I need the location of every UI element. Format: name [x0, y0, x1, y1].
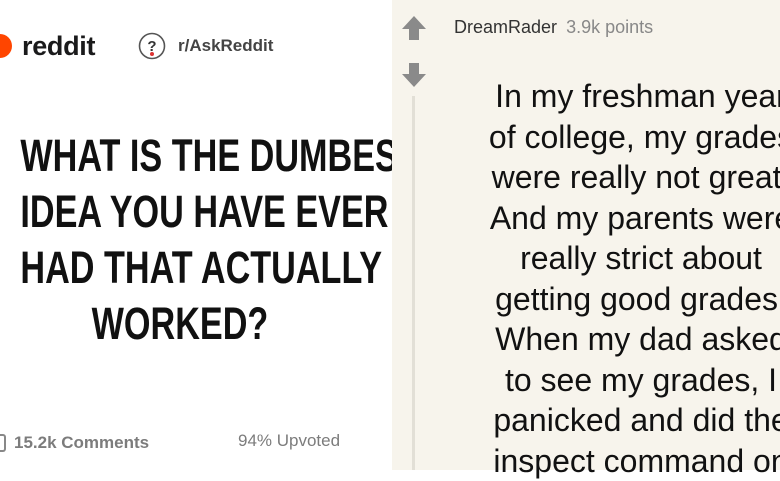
thread-line[interactable] — [412, 96, 415, 470]
comment-meta: DreamRader 3.9k points — [454, 17, 653, 38]
comment-line: were really not great. — [441, 157, 780, 198]
comment-line: When my dad asked — [441, 319, 780, 360]
comment-line: And my parents were — [441, 198, 780, 239]
subreddit-link[interactable]: ? r/AskReddit — [138, 30, 273, 62]
comment-icon — [0, 434, 6, 452]
brand-wordmark: reddit — [22, 31, 95, 62]
upvote-ratio: 94% Upvoted — [238, 431, 340, 451]
comment-line: to see my grades, I — [441, 360, 780, 401]
title-line: WHAT IS THE DUMBEST — [20, 128, 339, 184]
comment-line: In my freshman year — [441, 76, 780, 117]
comment-author[interactable]: DreamRader — [454, 17, 557, 37]
comment-line: panicked and did the — [441, 400, 780, 441]
askreddit-icon: ? — [138, 32, 166, 60]
comment-line: of college, my grades — [441, 117, 780, 158]
title-line: HAD THAT ACTUALLY — [20, 240, 339, 296]
reddit-brand[interactable]: reddit — [0, 28, 95, 64]
comment-body: In my freshman year of college, my grade… — [441, 76, 780, 481]
title-line: WORKED? — [20, 296, 339, 352]
comments-count: 15.2k Comments — [14, 433, 149, 453]
title-line: IDEA YOU HAVE EVER — [20, 184, 339, 240]
reddit-logo-icon — [0, 34, 12, 58]
post-title: WHAT IS THE DUMBEST IDEA YOU HAVE EVER H… — [20, 128, 339, 352]
comment-points: 3.9k points — [566, 17, 653, 37]
downvote-arrow-icon[interactable] — [401, 61, 427, 89]
comment-line: inspect command on — [441, 441, 780, 481]
comment-line: getting good grades. — [441, 279, 780, 320]
upvote-arrow-icon[interactable] — [401, 14, 427, 42]
post-panel: reddit ? r/AskReddit WHAT IS THE DUMBEST… — [0, 0, 392, 470]
subreddit-name: r/AskReddit — [178, 36, 273, 56]
comments-button[interactable]: 15.2k Comments — [0, 433, 149, 453]
comment-line: really strict about — [441, 238, 780, 279]
